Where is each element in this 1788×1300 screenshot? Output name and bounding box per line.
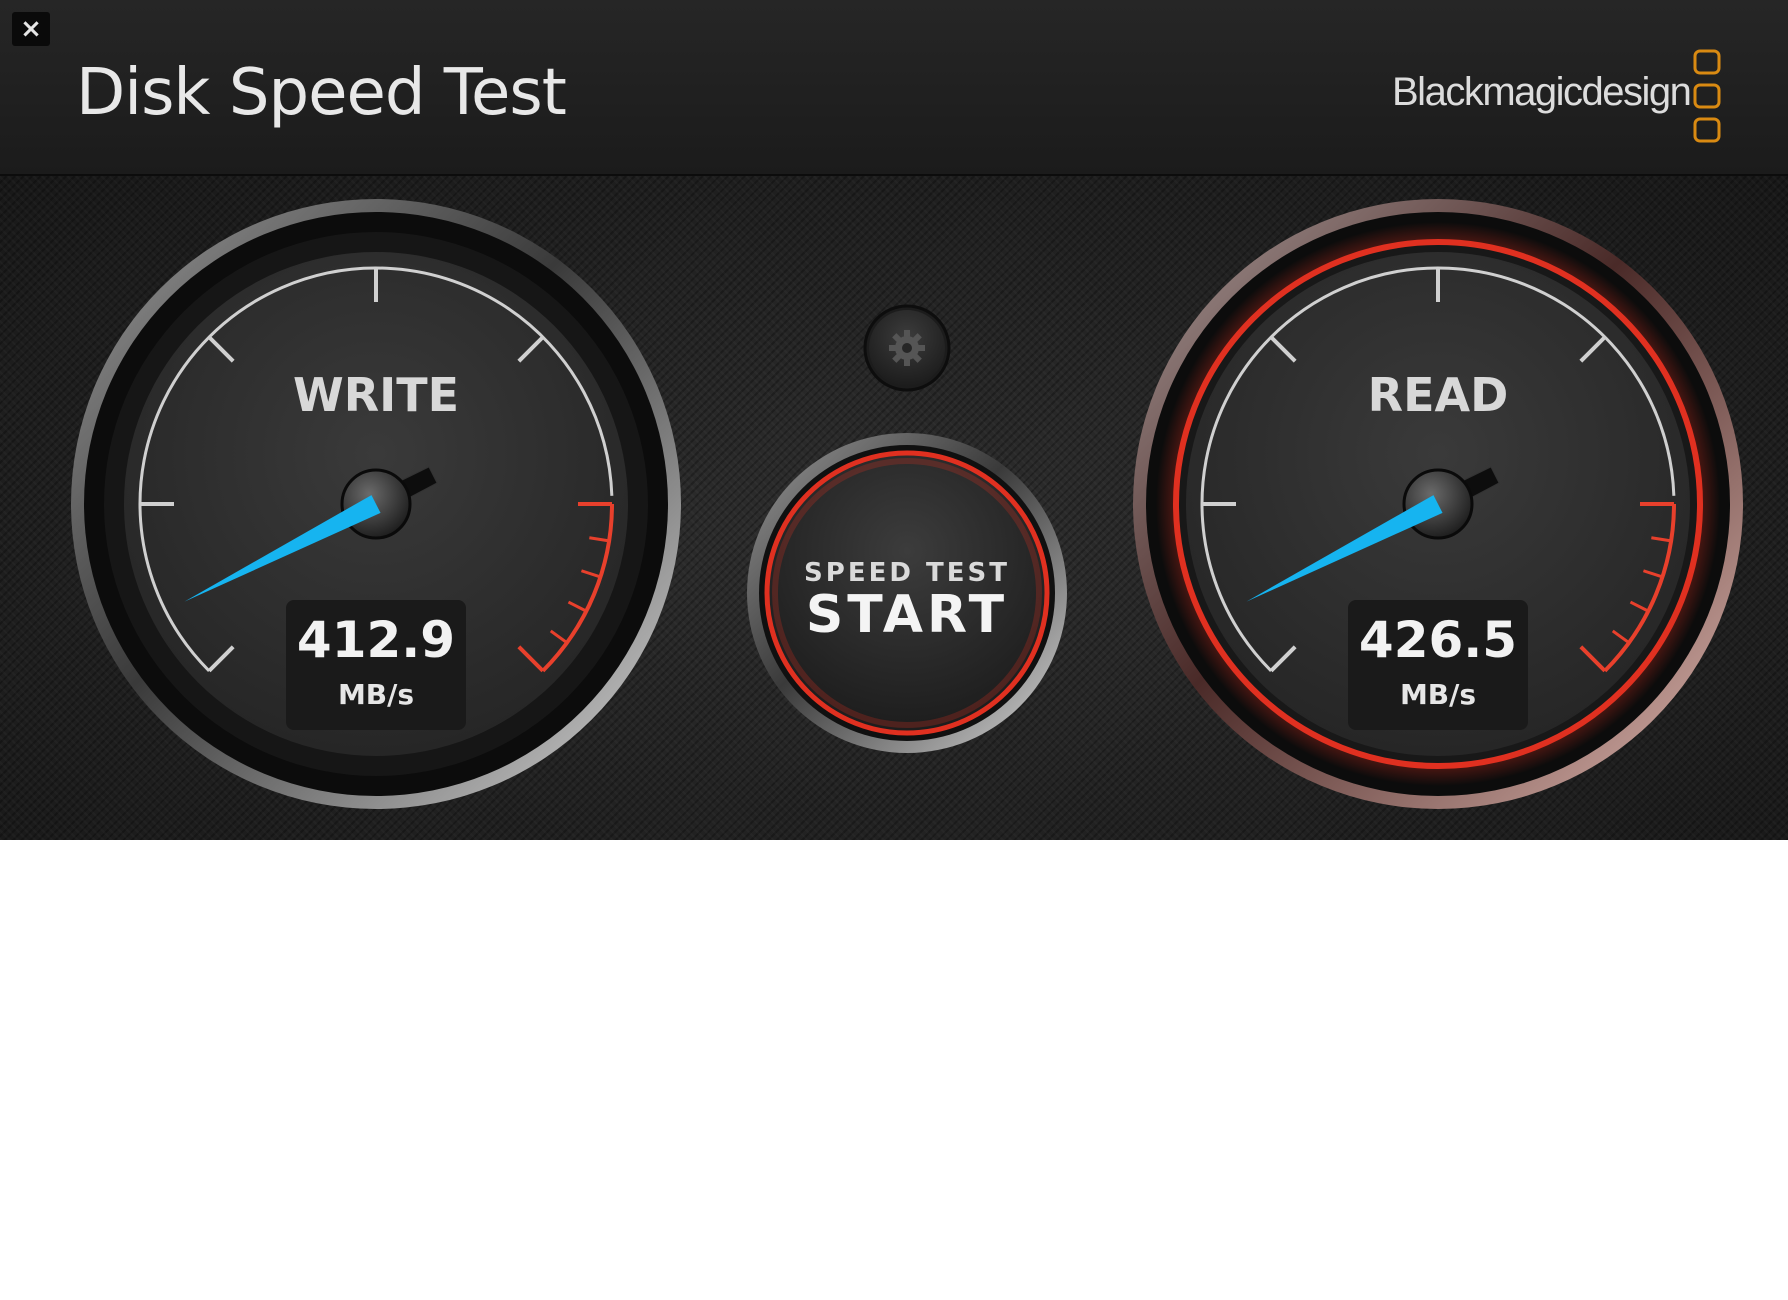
write-gauge: WRITE 412.9 MB/s bbox=[71, 199, 681, 809]
gauge-panel: WRITE 412.9 MB/s READ 426.5 MB/s SPEED T… bbox=[0, 176, 1788, 840]
write-unit: MB/s bbox=[338, 678, 414, 711]
start-button[interactable]: SPEED TEST START bbox=[747, 433, 1067, 753]
read-label: READ bbox=[1368, 368, 1509, 422]
start-button-label: START bbox=[806, 585, 1008, 645]
disk-speed-test-window: × Disk Speed Test Blackmagicdesign WRITE… bbox=[0, 0, 1788, 840]
start-button-sublabel: SPEED TEST bbox=[804, 558, 1010, 588]
read-value: 426.5 bbox=[1359, 611, 1517, 669]
gauge-panel-graphics: WRITE 412.9 MB/s READ 426.5 MB/s SPEED T… bbox=[71, 199, 1743, 809]
title-bar: × Disk Speed Test Blackmagicdesign bbox=[0, 0, 1788, 176]
read-unit: MB/s bbox=[1400, 678, 1476, 711]
brand-name: Blackmagicdesign bbox=[1392, 70, 1692, 114]
gear-icon bbox=[889, 330, 925, 366]
write-label: WRITE bbox=[293, 368, 459, 422]
read-gauge: READ 426.5 MB/s bbox=[1133, 199, 1743, 809]
settings-button[interactable] bbox=[863, 304, 951, 392]
blackmagic-logo-icon bbox=[1693, 49, 1721, 143]
close-button[interactable]: × bbox=[12, 12, 50, 46]
write-value: 412.9 bbox=[297, 611, 455, 669]
app-title: Disk Speed Test bbox=[76, 56, 567, 130]
